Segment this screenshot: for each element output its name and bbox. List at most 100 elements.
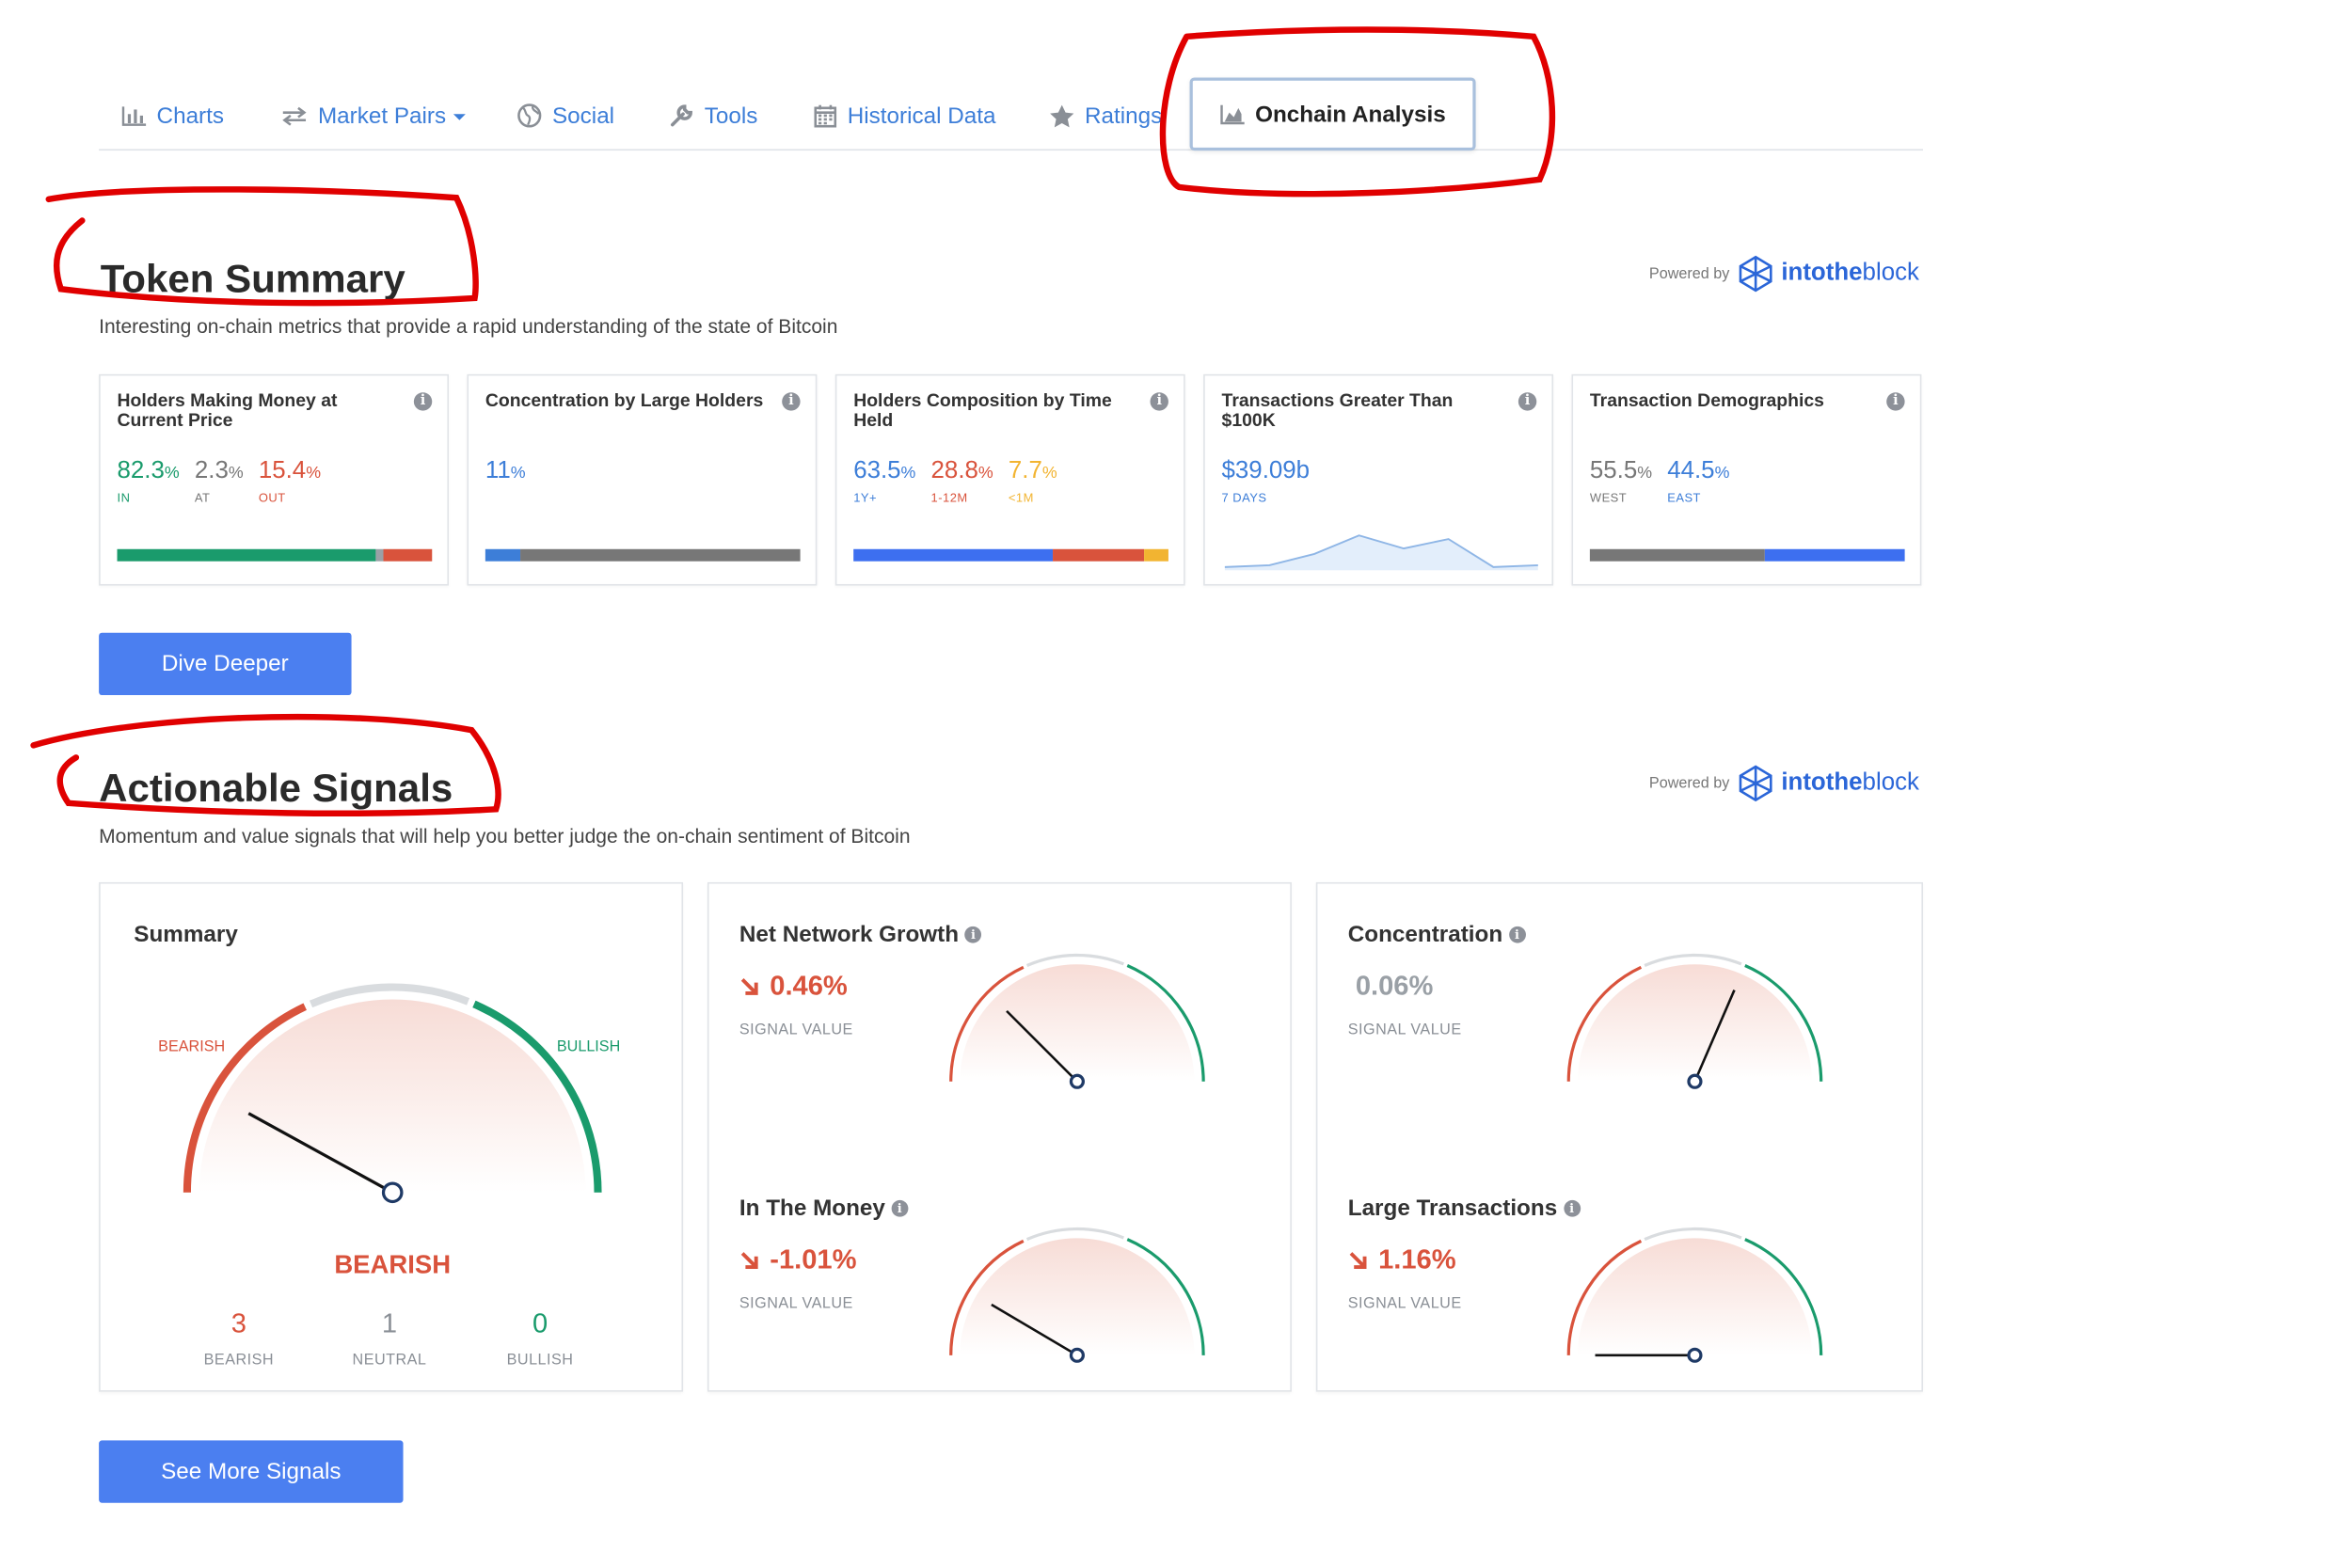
- metric-caption: 7 DAYS: [1221, 491, 1267, 505]
- sparkline-chart: [1224, 534, 1538, 571]
- dive-deeper-button[interactable]: Dive Deeper: [99, 632, 352, 696]
- signal-count-number: 0: [532, 1307, 548, 1339]
- metric-value: 7.7% <1M: [1009, 458, 1057, 505]
- bar-segment: [519, 548, 801, 562]
- see-more-signals-button[interactable]: See More Signals: [99, 1440, 404, 1503]
- tab-social[interactable]: Social: [517, 97, 614, 134]
- metric-caption: 1Y+: [853, 491, 878, 505]
- summary-result: BEARISH: [334, 1250, 452, 1279]
- metric-caption: EAST: [1667, 491, 1701, 505]
- signal-count: 0 BULLISH: [479, 1308, 600, 1370]
- token-card: Holders Making Money at Current Price i 82…: [99, 373, 450, 586]
- bar-segment: [376, 548, 384, 562]
- actionable-signals-title: Actionable Signals: [99, 765, 453, 811]
- bar-chart-icon: [121, 105, 147, 126]
- metric-unit: %: [164, 464, 180, 483]
- info-icon[interactable]: i: [1563, 1199, 1581, 1217]
- token-card-values: 55.5% WEST 44.5% EAST: [1590, 458, 1730, 505]
- exchange-arrows-icon: [282, 105, 307, 125]
- summary-card: Summary BEARISH BULLISH BEARISH 3 BEARISH…: [99, 881, 684, 1392]
- tab-label: Market Pairs: [317, 103, 447, 129]
- token-card-values: 11%: [485, 458, 526, 492]
- signal-count: 1 NEUTRAL: [328, 1308, 450, 1370]
- metric-unit: %: [510, 464, 526, 483]
- signal-value-text: 1.16%: [1378, 1243, 1456, 1275]
- powered-by[interactable]: Powered by intotheblock: [1649, 765, 1919, 802]
- signal-value: 0.46%: [739, 971, 848, 1003]
- metric-value: 15.4% OUT: [259, 458, 321, 505]
- powered-by-label: Powered by: [1648, 265, 1730, 282]
- tab-label: Social: [552, 103, 615, 129]
- brand-rest: block: [1862, 260, 1919, 287]
- info-icon[interactable]: i: [1886, 392, 1905, 411]
- summary-gauge: [183, 983, 602, 1204]
- signal-value: 0.06%: [1356, 971, 1434, 1003]
- gauge-face: [199, 999, 586, 1193]
- metric-value: 63.5% 1Y+: [853, 458, 915, 505]
- trend-down-arrow-icon: [740, 1252, 758, 1269]
- token-card: Holders Composition by Time Held i 63.5% 1Y…: [834, 373, 1185, 586]
- tab-market-pairs[interactable]: Market Pairs: [281, 97, 467, 134]
- token-summary-subtitle: Interesting on-chain metrics that provid…: [99, 314, 838, 338]
- powered-by[interactable]: Powered by intotheblock: [1648, 255, 1919, 293]
- gauge-face: [1577, 1238, 1812, 1355]
- brand-name: intotheblock: [1781, 261, 1919, 288]
- metric-unit: %: [977, 464, 993, 483]
- distribution-bar: [1589, 548, 1905, 562]
- metric-number: 44.5%: [1667, 458, 1729, 485]
- signal-count-label: NEUTRAL: [352, 1352, 427, 1370]
- distribution-bar: [485, 548, 801, 562]
- signal-count-number: 3: [230, 1307, 246, 1339]
- info-icon[interactable]: i: [1508, 926, 1526, 943]
- info-icon[interactable]: i: [964, 926, 982, 943]
- calendar-icon: [814, 103, 837, 127]
- metric-number: 28.8%: [931, 458, 993, 485]
- signal-gauge: [1566, 1227, 1823, 1363]
- token-card: Transactions Greater Than $100K i $39.09b 7…: [1203, 373, 1554, 586]
- metric-caption: OUT: [258, 491, 286, 505]
- gauge-pivot: [1687, 1347, 1703, 1363]
- signal-gauge: [949, 953, 1205, 1089]
- gauge-neutral-arc: [1644, 953, 1742, 968]
- info-icon[interactable]: i: [782, 392, 801, 411]
- token-card-title: Holders Making Money at Current Price: [117, 388, 338, 431]
- tab-onchain-analysis[interactable]: Onchain Analysis: [1189, 77, 1477, 151]
- metric-caption: AT: [194, 491, 211, 505]
- metric-number-text: $39.09b: [1221, 457, 1311, 484]
- info-icon[interactable]: i: [413, 392, 433, 411]
- signal-caption: SIGNAL VALUE: [739, 1295, 853, 1313]
- tab-ratings[interactable]: Ratings: [1050, 97, 1162, 134]
- metric-caption: WEST: [1589, 491, 1628, 505]
- intotheblock-logo-icon: [1739, 765, 1772, 802]
- tab-bar: Charts Market Pairs Social Tools Histori…: [99, 76, 1924, 151]
- metric-unit: %: [228, 464, 244, 483]
- tab-historical-data[interactable]: Historical Data: [814, 97, 995, 134]
- signal-caption: SIGNAL VALUE: [739, 1022, 853, 1039]
- gauge-face: [960, 1238, 1195, 1355]
- signal-title-text: Net Network Growth: [739, 921, 960, 948]
- trend-down-arrow-icon: [740, 978, 758, 995]
- signal-caption: SIGNAL VALUE: [1347, 1022, 1462, 1039]
- signal-title-text: Large Transactions: [1347, 1196, 1558, 1222]
- info-icon[interactable]: i: [1150, 392, 1168, 411]
- signal-caption: SIGNAL VALUE: [1347, 1295, 1462, 1313]
- signal-title: Net Network Growth i: [739, 921, 982, 948]
- metric-number-text: 2.3: [194, 457, 229, 484]
- tab-charts[interactable]: Charts: [121, 97, 224, 134]
- brand-bold: intothe: [1781, 769, 1863, 796]
- signal-count-label: BULLISH: [506, 1352, 574, 1370]
- gauge-face: [960, 964, 1195, 1082]
- star-icon: [1050, 103, 1074, 127]
- metric-value: 2.3% AT: [195, 458, 244, 505]
- info-icon[interactable]: i: [1518, 392, 1537, 411]
- metric-unit: %: [1041, 464, 1057, 483]
- info-icon[interactable]: i: [891, 1199, 909, 1217]
- metric-caption: <1M: [1008, 491, 1034, 505]
- signal-value-text: 0.46%: [770, 970, 848, 1002]
- distribution-bar: [853, 548, 1168, 562]
- gauge-pivot: [1069, 1073, 1085, 1089]
- chevron-down-icon: [453, 114, 467, 120]
- metric-number: 55.5%: [1590, 458, 1652, 485]
- brand-bold: intothe: [1781, 260, 1863, 287]
- tab-tools[interactable]: Tools: [670, 97, 757, 134]
